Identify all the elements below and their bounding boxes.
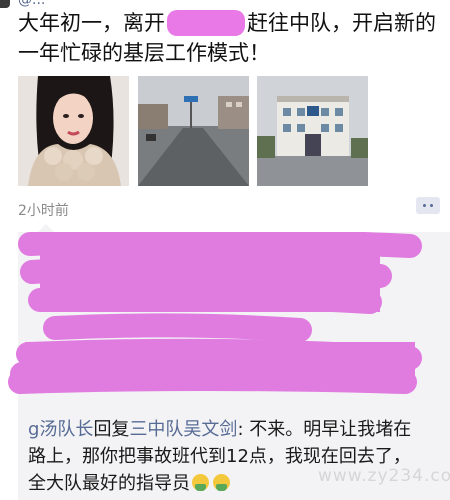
comment-author[interactable]: g汤队长 [28,419,93,440]
top-avatar-fragment[interactable] [0,0,10,8]
author-name-fragment[interactable]: @... [18,0,45,8]
comment-options-button[interactable] [416,197,440,214]
emoji-icon [192,474,209,491]
post-text: 大年初一，离开 赶往中队，开启新的一年忙碌的基层工作模式！ [18,8,438,68]
reply-to-name[interactable]: 三中队吴文剑 [129,419,237,440]
post-text-before: 大年初一，离开 [18,11,165,35]
reply-word: 回复 [93,419,130,440]
photo-road[interactable] [138,76,249,186]
photo-portrait[interactable] [18,76,129,186]
redacted-location [167,10,245,36]
watermark-text: www.zy234.com [318,466,450,486]
photo-building[interactable] [257,76,368,186]
redacted-comments-scribble [8,232,422,394]
post-timestamp: 2小时前 [18,203,69,219]
emoji-icon [213,474,230,491]
